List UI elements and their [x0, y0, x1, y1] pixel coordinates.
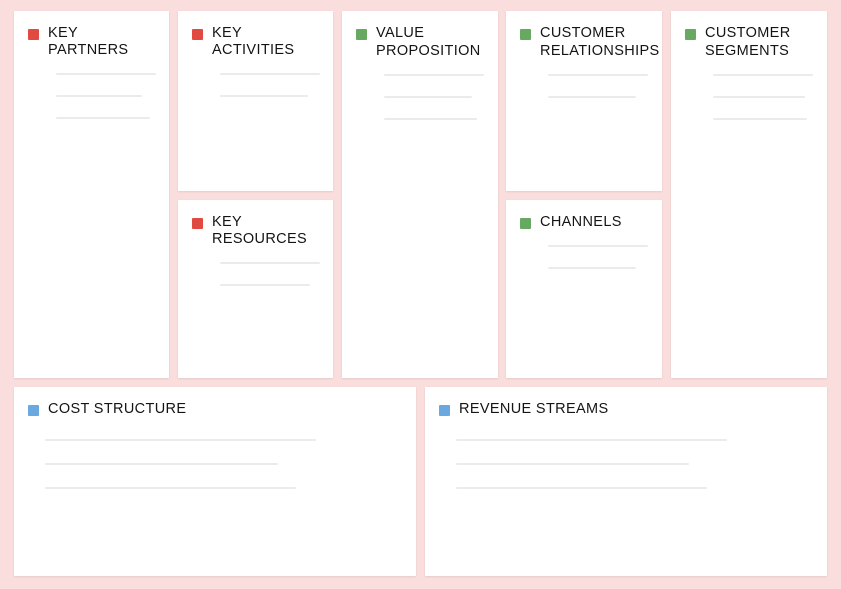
square-bullet-icon — [28, 29, 39, 40]
block-key-resources[interactable]: KEY RESOURCES — [178, 200, 333, 378]
block-header: KEY ACTIVITIES — [178, 11, 333, 59]
square-bullet-icon — [192, 29, 203, 40]
business-model-canvas: KEY PARTNERS KEY ACTIVITIES KEY RESOURCE… — [0, 0, 841, 589]
placeholder-line[interactable] — [548, 245, 648, 247]
placeholder-line[interactable] — [713, 96, 805, 98]
block-header: CHANNELS — [506, 200, 662, 231]
block-title: KEY ACTIVITIES — [212, 25, 295, 58]
placeholder-line[interactable] — [456, 463, 689, 465]
block-header: REVENUE STREAMS — [425, 387, 827, 418]
block-title: CHANNELS — [540, 214, 622, 230]
block-title: KEY PARTNERS — [48, 25, 129, 58]
placeholder-line[interactable] — [548, 96, 636, 98]
block-title: COST STRUCTURE — [48, 401, 187, 417]
placeholder-lines[interactable] — [506, 74, 662, 98]
placeholder-line[interactable] — [45, 439, 316, 441]
block-header: COST STRUCTURE — [14, 387, 416, 418]
block-title: REVENUE STREAMS — [459, 401, 609, 417]
block-revenue-streams[interactable]: REVENUE STREAMS — [425, 387, 827, 576]
square-bullet-icon — [520, 29, 531, 40]
block-customer-segments[interactable]: CUSTOMER SEGMENTS — [671, 11, 827, 378]
block-header: CUSTOMER SEGMENTS — [671, 11, 827, 60]
square-bullet-icon — [192, 218, 203, 229]
square-bullet-icon — [356, 29, 367, 40]
square-bullet-icon — [28, 405, 39, 416]
placeholder-line[interactable] — [56, 73, 156, 75]
block-header: VALUE PROPOSITION — [342, 11, 498, 60]
placeholder-lines[interactable] — [14, 73, 169, 119]
placeholder-lines[interactable] — [671, 74, 827, 120]
placeholder-line[interactable] — [45, 463, 278, 465]
placeholder-lines[interactable] — [506, 245, 662, 269]
block-key-partners[interactable]: KEY PARTNERS — [14, 11, 169, 378]
block-value-proposition[interactable]: VALUE PROPOSITION — [342, 11, 498, 378]
placeholder-line[interactable] — [220, 284, 310, 286]
block-header: KEY RESOURCES — [178, 200, 333, 248]
block-header: KEY PARTNERS — [14, 11, 169, 59]
placeholder-line[interactable] — [220, 262, 320, 264]
block-channels[interactable]: CHANNELS — [506, 200, 662, 378]
placeholder-line[interactable] — [384, 118, 477, 120]
block-title: CUSTOMER RELATIONSHIPS — [540, 25, 660, 59]
placeholder-line[interactable] — [548, 74, 648, 76]
square-bullet-icon — [439, 405, 450, 416]
placeholder-line[interactable] — [56, 95, 142, 97]
placeholder-lines[interactable] — [425, 439, 827, 489]
placeholder-line[interactable] — [456, 487, 707, 489]
placeholder-line[interactable] — [220, 95, 308, 97]
square-bullet-icon — [685, 29, 696, 40]
placeholder-line[interactable] — [45, 487, 296, 489]
block-title: KEY RESOURCES — [212, 214, 307, 247]
placeholder-line[interactable] — [384, 96, 472, 98]
block-title: VALUE PROPOSITION — [376, 25, 481, 59]
placeholder-line[interactable] — [56, 117, 150, 119]
placeholder-line[interactable] — [384, 74, 484, 76]
block-key-activities[interactable]: KEY ACTIVITIES — [178, 11, 333, 191]
placeholder-lines[interactable] — [342, 74, 498, 120]
square-bullet-icon — [520, 218, 531, 229]
placeholder-lines[interactable] — [14, 439, 416, 489]
block-cost-structure[interactable]: COST STRUCTURE — [14, 387, 416, 576]
placeholder-line[interactable] — [713, 118, 807, 120]
block-title: CUSTOMER SEGMENTS — [705, 25, 791, 59]
placeholder-line[interactable] — [220, 73, 320, 75]
block-customer-relationships[interactable]: CUSTOMER RELATIONSHIPS — [506, 11, 662, 191]
placeholder-line[interactable] — [548, 267, 636, 269]
placeholder-line[interactable] — [456, 439, 727, 441]
placeholder-line[interactable] — [713, 74, 813, 76]
placeholder-lines[interactable] — [178, 73, 333, 97]
placeholder-lines[interactable] — [178, 262, 333, 286]
block-header: CUSTOMER RELATIONSHIPS — [506, 11, 662, 60]
